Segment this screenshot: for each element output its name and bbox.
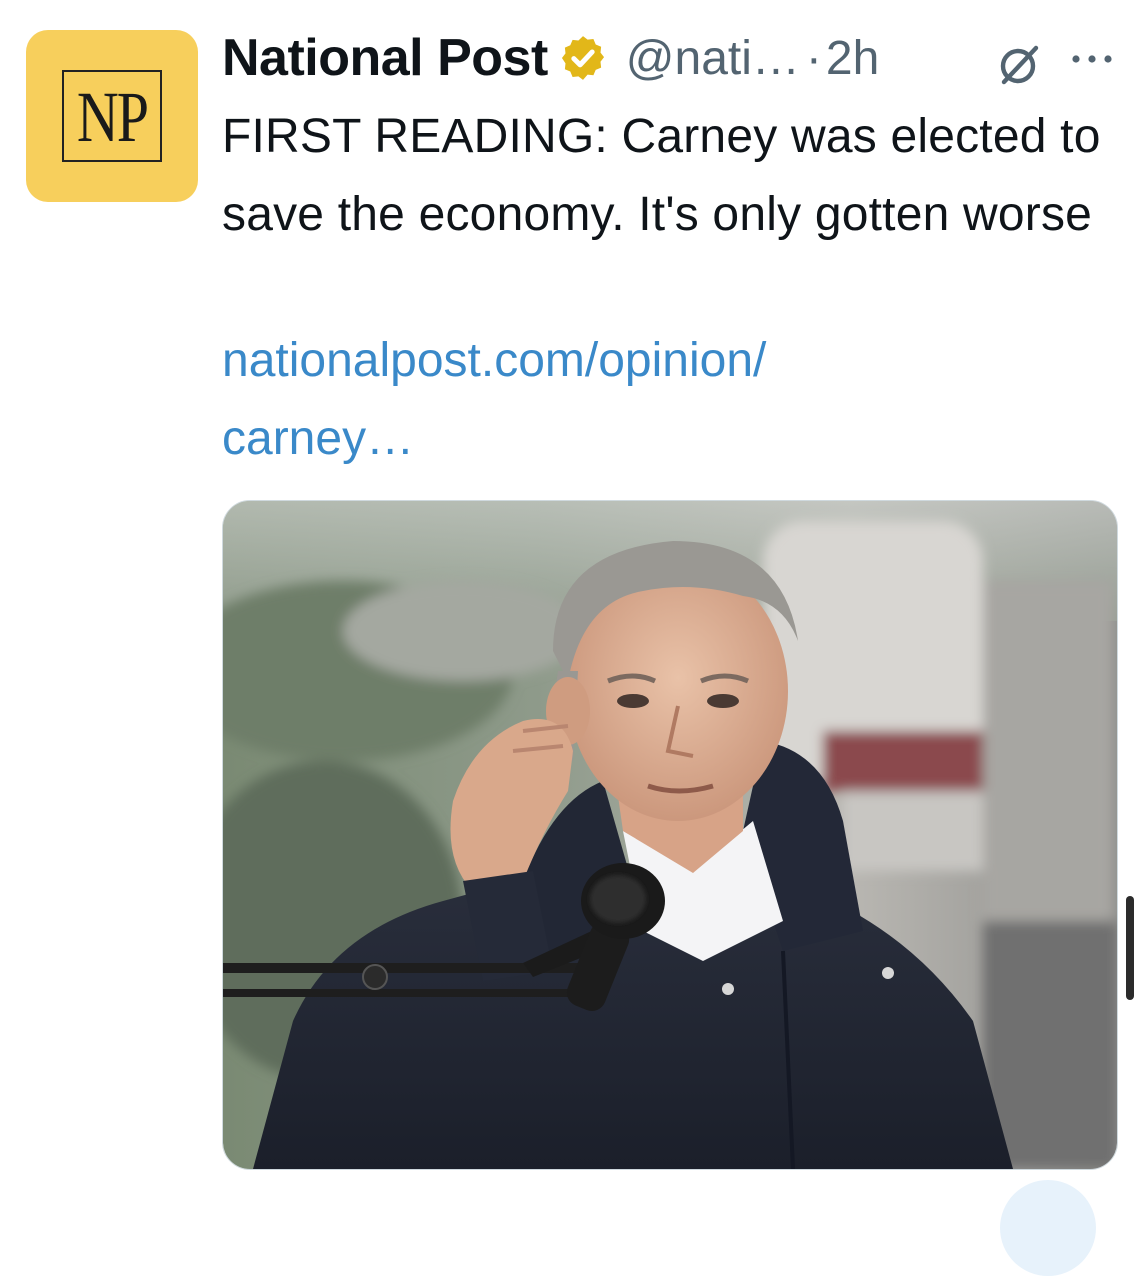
author-avatar[interactable]: NP (26, 30, 198, 202)
author-handle[interactable]: @nati… (626, 31, 800, 86)
tweet[interactable]: NP National Post @nati… · 2h FIRST READI… (0, 0, 1144, 1276)
tweet-timestamp[interactable]: 2h (826, 31, 879, 86)
media-photo-image (223, 501, 1117, 1169)
tweet-text: FIRST READING: Carney was elected to sav… (222, 110, 1101, 241)
verified-badge-icon[interactable] (558, 33, 608, 83)
scrollbar[interactable] (1126, 896, 1134, 1000)
tweet-header: National Post @nati… · 2h (222, 28, 879, 88)
avatar-logo: NP (76, 75, 149, 157)
compose-button[interactable] (1000, 1180, 1096, 1276)
tweet-link-line-2[interactable]: carney… (222, 400, 982, 478)
author-display-name[interactable]: National Post (222, 28, 548, 88)
header-separator: · (805, 31, 822, 85)
tweet-link[interactable]: nationalpost.com/opinion/ carney… (222, 322, 982, 478)
tweet-link-line-1[interactable]: nationalpost.com/opinion/ (222, 322, 982, 400)
tweet-media-photo[interactable] (222, 500, 1118, 1170)
grok-icon[interactable] (996, 40, 1044, 88)
more-options-icon[interactable] (1070, 52, 1114, 66)
